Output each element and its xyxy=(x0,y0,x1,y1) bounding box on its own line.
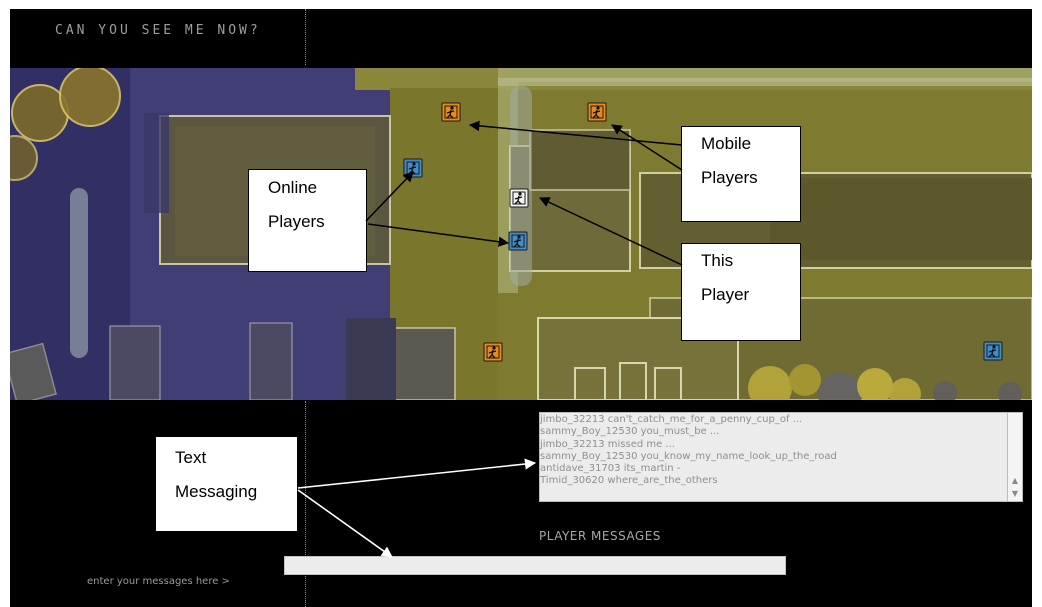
message-line: Timid_30620 where_are_the_others xyxy=(540,475,718,487)
this-player-marker[interactable] xyxy=(509,188,529,208)
runner-icon xyxy=(403,158,423,178)
callout-text: This xyxy=(701,251,734,270)
figure: CAN YOU SEE ME NOW? jimbo_32213 can't_ca… xyxy=(0,0,1042,607)
runner-icon xyxy=(983,341,1003,361)
runner-icon xyxy=(441,102,461,122)
online-players-callout: Online Players xyxy=(248,169,367,272)
message-log[interactable]: jimbo_32213 can't_catch_me_for_a_penny_c… xyxy=(539,412,1023,502)
runner-icon xyxy=(483,342,503,362)
runner-icon xyxy=(587,102,607,122)
game-map[interactable] xyxy=(10,68,1032,400)
message-input[interactable] xyxy=(284,556,786,575)
tree xyxy=(59,68,121,127)
callout-text: Players xyxy=(701,168,758,187)
runner-icon xyxy=(508,231,528,251)
runner-icon xyxy=(509,188,529,208)
online-player-marker[interactable] xyxy=(983,341,1003,361)
message-scrollbar[interactable]: ▲ ▼ xyxy=(1007,413,1022,501)
player-messages-label: PLAYER MESSAGES xyxy=(539,529,661,543)
game-title: CAN YOU SEE ME NOW? xyxy=(55,23,261,38)
scroll-up-icon[interactable]: ▲ xyxy=(1008,475,1022,487)
mobile-player-marker[interactable] xyxy=(483,342,503,362)
title-divider xyxy=(305,9,306,65)
message-line: sammy_Boy_12530 you_must_be ... xyxy=(540,426,720,438)
message-line: antidave_31703 its_martin - xyxy=(540,463,681,475)
mobile-players-callout: Mobile Players xyxy=(681,126,801,222)
message-line: sammy_Boy_12530 you_know_my_name_look_up… xyxy=(540,450,837,462)
message-input-label: enter your messages here > xyxy=(87,576,230,587)
callout-text: Text xyxy=(175,448,207,467)
callout-text: Mobile xyxy=(701,134,752,153)
scroll-down-icon[interactable]: ▼ xyxy=(1008,488,1022,500)
panel-divider xyxy=(305,401,306,607)
message-line: jimbo_32213 can't_catch_me_for_a_penny_c… xyxy=(540,414,803,425)
callout-text: Player xyxy=(701,285,750,304)
callout-text: Players xyxy=(268,212,325,231)
message-line: jimbo_32213 missed me ... xyxy=(540,438,675,450)
text-messaging-callout: Text Messaging xyxy=(155,436,298,532)
message-list: jimbo_32213 can't_catch_me_for_a_penny_c… xyxy=(540,414,837,488)
online-player-marker[interactable] xyxy=(508,231,528,251)
mobile-player-marker[interactable] xyxy=(441,102,461,122)
mobile-player-marker[interactable] xyxy=(587,102,607,122)
this-player-callout: This Player xyxy=(681,243,801,341)
online-player-marker[interactable] xyxy=(403,158,423,178)
callout-text: Online xyxy=(268,178,318,197)
callout-text: Messaging xyxy=(175,482,258,501)
